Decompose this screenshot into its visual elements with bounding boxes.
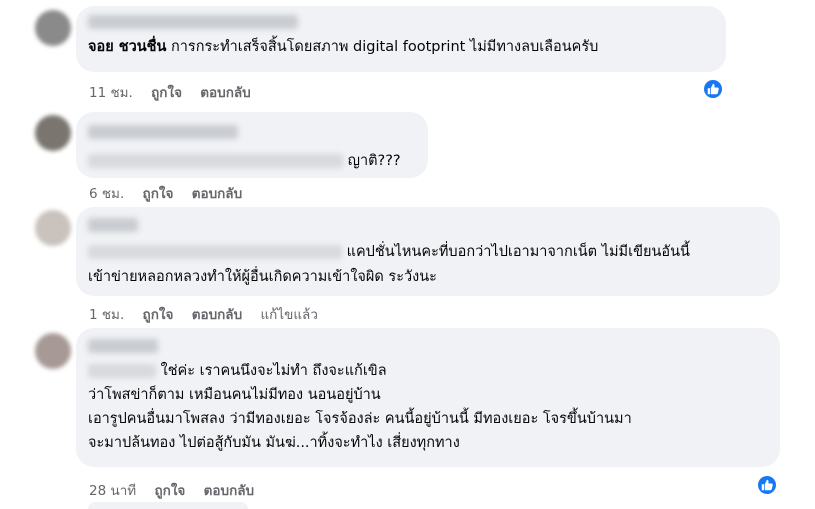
like-reaction-badge[interactable] [756,474,778,496]
comment-text-line: จะมาปล้นทอง ไปต่อสู้กับมัน มันฆ่...าทิ้ง… [88,435,460,451]
avatar[interactable] [35,333,71,369]
comment-actions: 11 ชม. ถูกใจ ตอบกลับ [89,81,265,103]
reply-link[interactable]: ตอบกลับ [204,483,254,499]
avatar[interactable] [35,210,71,246]
blurred-name [88,15,298,29]
comment-text-line: แคปชั่นไหนคะที่บอกว่าไปเอามาจากเน็ต ไม่ม… [346,244,690,260]
avatar[interactable] [35,10,71,46]
blurred-text [88,245,342,259]
blurred-name [88,339,158,353]
comment-text-line: ว่าโพสข่าก็ตาม เหมือนคนไม่มีทอง นอนอยู่บ… [88,387,381,403]
blurred-name [88,125,238,139]
comment-bubble: ใช่ค่ะ เราคนนึงจะไม่ทำ ถึงจะแก้เขิล ว่าโ… [76,328,780,467]
comment-text-line: เอารูปคนอื่นมาโพสลง ว่ามีทองเยอะ โจรจ้อง… [88,411,632,427]
comment-text-line: ใช่ค่ะ เราคนนึงจะไม่ทำ ถึงจะแก้เขิล [160,363,387,379]
comment-actions: 1 ชม. ถูกใจ ตอบกลับ แก้ไขแล้ว [89,303,332,325]
avatar[interactable] [35,115,71,151]
comment-bubble: จอย ชวนชื่น การกระทำเสร็จสิ้นโดยสภาพ dig… [76,6,726,72]
like-reaction-badge[interactable] [702,78,724,100]
like-link[interactable]: ถูกใจ [143,307,174,323]
comment-author[interactable]: จอย ชวนชื่น [88,39,166,55]
comment-time[interactable]: 28 นาที [89,483,136,499]
reply-link[interactable]: ตอบกลับ [200,85,250,101]
blurred-name [88,218,138,232]
like-thumb-icon [761,479,773,491]
comment-time[interactable]: 1 ชม. [89,307,124,323]
comment-time[interactable]: 11 ชม. [89,85,133,101]
comment-bubble: แคปชั่นไหนคะที่บอกว่าไปเอามาจากเน็ต ไม่ม… [76,207,780,296]
reply-link[interactable]: ตอบกลับ [192,307,242,323]
like-link[interactable]: ถูกใจ [154,483,185,499]
like-thumb-icon [707,83,719,95]
comment-text: การกระทำเสร็จสิ้นโดยสภาพ digital footpri… [171,39,599,55]
comment-actions: 28 นาที ถูกใจ ตอบกลับ [89,479,268,501]
blurred-text [88,154,343,168]
comment-bubble: ญาติ??? [76,112,428,178]
comment-time[interactable]: 6 ชม. [89,186,124,202]
comment-text-line: เข้าข่ายหลอกหลวงทำให้ผู้อื่นเกิดความเข้า… [88,269,437,285]
blurred-text [88,364,156,378]
like-link[interactable]: ถูกใจ [143,186,174,202]
comment-text: ญาติ??? [347,153,401,169]
comment-actions: 6 ชม. ถูกใจ ตอบกลับ [89,182,256,204]
like-link[interactable]: ถูกใจ [151,85,182,101]
reply-link[interactable]: ตอบกลับ [192,186,242,202]
edited-label[interactable]: แก้ไขแล้ว [260,307,317,323]
next-comment-bubble-edge [88,502,248,509]
